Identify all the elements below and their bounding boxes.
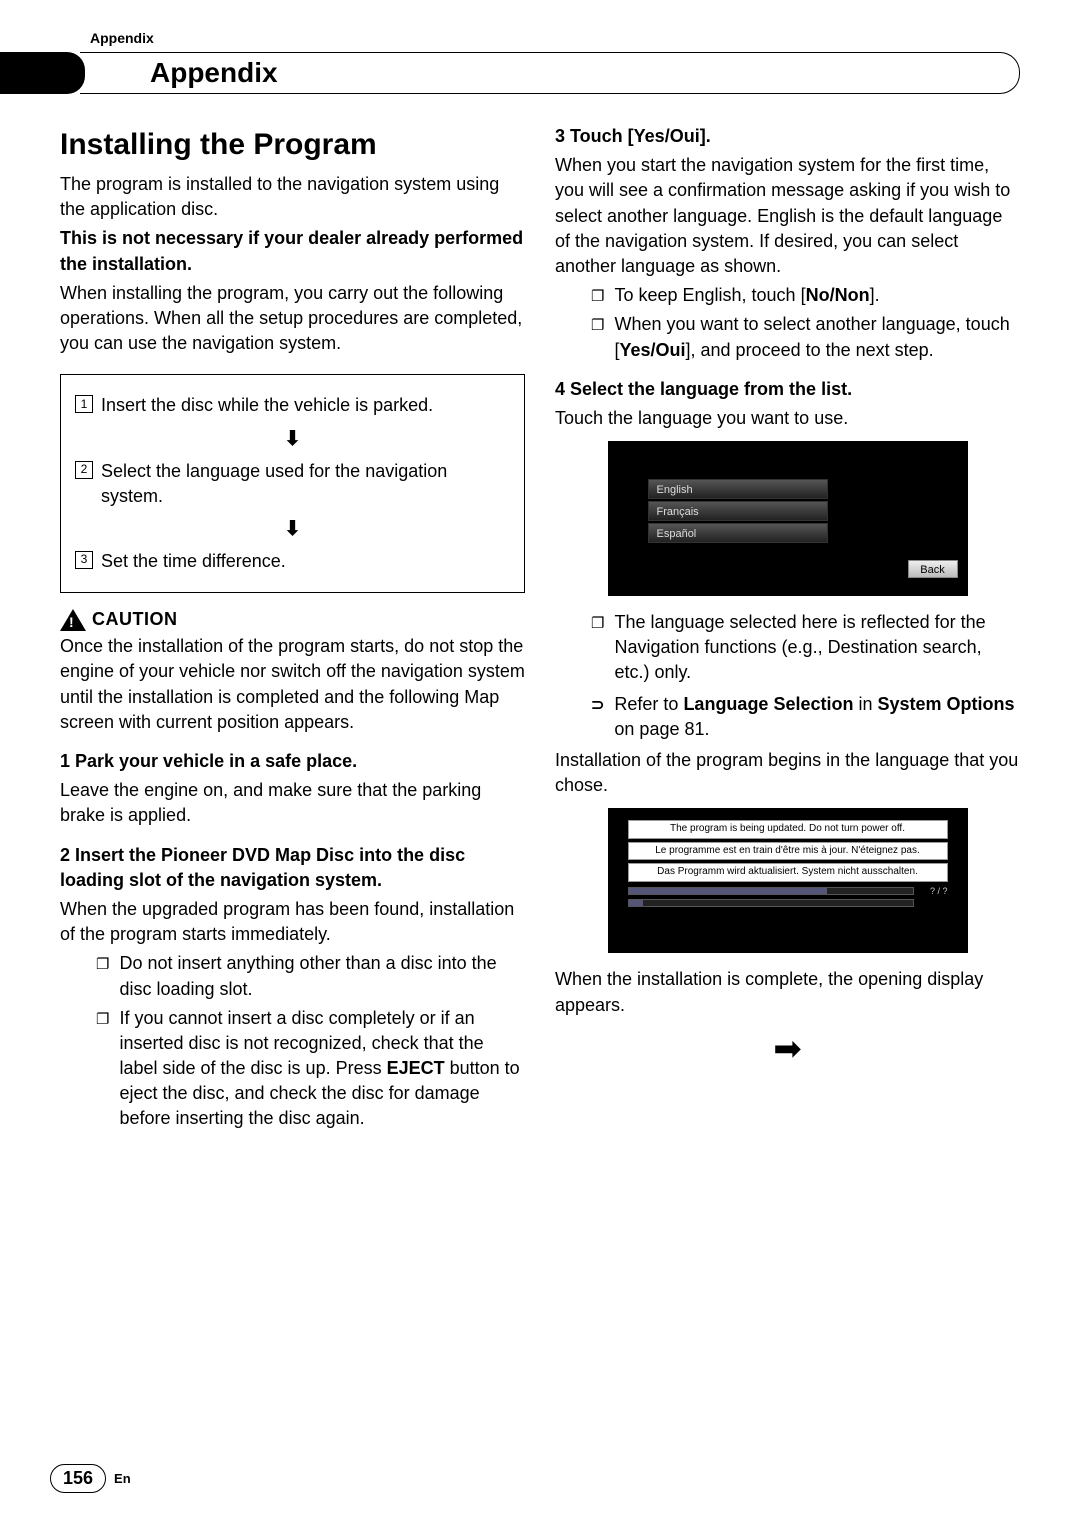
step-1-body: Leave the engine on, and make sure that … [60,778,525,828]
lang-option-english[interactable]: English [648,479,828,499]
language-screen: English Français Español Back [608,441,968,596]
step-4-notes: ❐ The language selected here is reflecte… [591,610,1020,686]
intro-paragraph-2: This is not necessary if your dealer alr… [60,226,525,276]
eject-label: EJECT [387,1058,445,1078]
flow-arrow-icon: ⬇ [75,515,510,543]
crossref-list: ⊃ Refer to Language Selection in System … [591,692,1020,742]
step-1-heading: 1 Park your vehicle in a safe place. [60,749,525,774]
flow-box: 1 Insert the disc while the vehicle is p… [60,374,525,593]
bullet-text: When you want to select another language… [614,312,1020,362]
warning-triangle-icon [60,609,86,631]
ref-bold: System Options [878,694,1015,714]
flow-step-2: 2 Select the language used for the navig… [75,459,510,509]
flow-step-1: 1 Insert the disc while the vehicle is p… [75,393,510,418]
step-2-heading: 2 Insert the Pioneer DVD Map Disc into t… [60,843,525,893]
list-item: ❐ When you want to select another langua… [591,312,1020,362]
flow-number-1: 1 [75,395,93,413]
lang-option-espanol[interactable]: Español [648,523,828,543]
flow-number-3: 3 [75,551,93,569]
step-3-heading: 3 Touch [Yes/Oui]. [555,124,1020,149]
crossref-item: ⊃ Refer to Language Selection in System … [591,692,1020,742]
install-begin-text: Installation of the program begins in th… [555,748,1020,798]
continue-arrow-icon: ➡ [555,1026,1020,1074]
bullet-icon: ❐ [591,315,604,336]
chapter-title: Appendix [150,57,278,89]
step-4-body: Touch the language you want to use. [555,406,1020,431]
install-progress-screen: The program is being updated. Do not tur… [608,808,968,953]
step-2-bullets: ❐ Do not insert anything other than a di… [96,951,525,1131]
bullet-icon: ❐ [96,1009,109,1030]
bullet-fragment: ]. [870,285,880,305]
progress-bar [628,899,914,907]
caution-header: CAUTION [60,607,525,632]
bullet-text: If you cannot insert a disc completely o… [119,1006,525,1132]
flow-text-1: Insert the disc while the vehicle is par… [101,393,433,418]
flow-text-3: Set the time difference. [101,549,286,574]
step-3-body: When you start the navigation system for… [555,153,1020,279]
page-footer: 156 En [50,1464,131,1493]
back-button[interactable]: Back [908,560,958,578]
list-item: ❐ The language selected here is reflecte… [591,610,1020,686]
yes-oui-label: Yes/Oui [619,340,685,360]
ref-fragment: in [853,694,877,714]
step-4-heading: 4 Select the language from the list. [555,377,1020,402]
caution-body: Once the installation of the program sta… [60,634,525,735]
bullet-fragment: To keep English, touch [ [614,285,805,305]
bullet-icon: ❐ [96,954,109,975]
pointer-icon: ⊃ [591,695,604,717]
progress-fill [629,900,643,906]
chapter-tab [0,52,85,94]
lang-option-francais[interactable]: Français [648,501,828,521]
list-item: ❐ Do not insert anything other than a di… [96,951,525,1001]
bullet-text: The language selected here is reflected … [614,610,1020,686]
intro-paragraph-1: The program is installed to the navigati… [60,172,525,222]
bullet-text: To keep English, touch [No/Non]. [614,283,879,308]
ref-fragment: on page 81. [614,719,709,739]
progress-bar [628,887,914,895]
list-item: ❐ If you cannot insert a disc completely… [96,1006,525,1132]
install-msg-fr: Le programme est en train d'être mis à j… [628,842,948,861]
caution-label: CAUTION [92,607,178,632]
content-columns: Installing the Program The program is in… [60,124,1020,1138]
flow-text-2: Select the language used for the navigat… [101,459,510,509]
ref-bold: Language Selection [683,694,853,714]
manual-page: { "header": { "breadcrumb": "Appendix", … [0,0,1080,1529]
bullet-fragment: ], and proceed to the next step. [686,340,934,360]
bullet-icon: ❐ [591,286,604,307]
page-number: 156 [50,1464,106,1493]
ref-fragment: Refer to [614,694,683,714]
progress-fill [629,888,828,894]
section-title: Installing the Program [60,124,525,166]
install-msg-en: The program is being updated. Do not tur… [628,820,948,839]
progress-count: ? / ? [920,885,948,898]
page-language: En [114,1471,131,1486]
progress-row-2 [628,899,948,907]
right-column: 3 Touch [Yes/Oui]. When you start the na… [555,124,1020,1138]
step-2-body: When the upgraded program has been found… [60,897,525,947]
bullet-text: Do not insert anything other than a disc… [119,951,525,1001]
step-3-bullets: ❐ To keep English, touch [No/Non]. ❐ Whe… [591,283,1020,363]
bullet-icon: ❐ [591,613,604,634]
install-done-text: When the installation is complete, the o… [555,967,1020,1017]
flow-arrow-icon: ⬇ [75,425,510,453]
chapter-title-line: Appendix [80,52,1020,94]
flow-step-3: 3 Set the time difference. [75,549,510,574]
progress-row-1: ? / ? [628,885,948,898]
install-msg-de: Das Programm wird aktualisiert. System n… [628,863,948,882]
no-non-label: No/Non [806,285,870,305]
intro-paragraph-3: When installing the program, you carry o… [60,281,525,357]
chapter-header: Appendix [60,52,1020,94]
list-item: ❐ To keep English, touch [No/Non]. [591,283,1020,308]
flow-number-2: 2 [75,461,93,479]
crossref-text: Refer to Language Selection in System Op… [614,692,1020,742]
breadcrumb: Appendix [90,30,1020,46]
left-column: Installing the Program The program is in… [60,124,525,1138]
